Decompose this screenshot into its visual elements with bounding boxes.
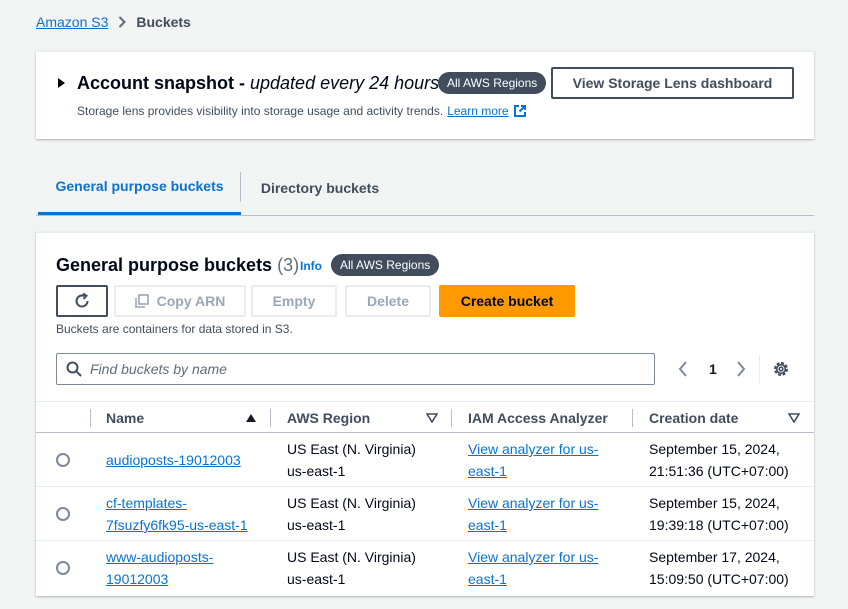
sort-ascending-icon[interactable]	[245, 413, 257, 423]
tab-general-purpose-buckets[interactable]: General purpose buckets	[38, 160, 241, 215]
region-line: US East (N. Virginia)	[287, 441, 416, 457]
snapshot-title-subtitle: updated every 24 hours	[250, 73, 440, 93]
external-link-icon[interactable]	[513, 104, 527, 118]
iam-line: east-1	[468, 571, 507, 587]
date-line: 19:39:18 (UTC+07:00)	[649, 517, 789, 533]
page-number[interactable]: 1	[709, 361, 717, 377]
date-line: September 15, 2024,	[649, 441, 780, 457]
bucket-name-link[interactable]: www-audioposts- 19012003	[106, 546, 213, 590]
sort-descending-icon[interactable]	[426, 413, 438, 423]
table-row[interactable]: audioposts-19012003 US East (N. Virginia…	[36, 433, 814, 487]
column-divider	[90, 409, 91, 427]
iam-line: View analyzer for us-	[468, 441, 599, 457]
bucket-region: US East (N. Virginia) us-east-1	[287, 492, 416, 536]
sort-descending-icon[interactable]	[788, 413, 800, 423]
bucket-region: US East (N. Virginia) us-east-1	[287, 438, 416, 482]
bucket-type-tabs: General purpose buckets Directory bucket…	[36, 160, 814, 216]
column-header-region[interactable]: AWS Region	[287, 402, 370, 433]
caret-right-icon[interactable]	[58, 78, 65, 88]
iam-line: east-1	[468, 517, 507, 533]
iam-analyzer-link[interactable]: View analyzer for us-east-1	[468, 546, 598, 590]
info-link[interactable]: Info	[300, 259, 322, 273]
snapshot-title[interactable]: Account snapshot - updated every 24 hour…	[77, 73, 439, 94]
bucket-name-line: 7fsuzfy6fk95-us-east-1	[106, 517, 248, 533]
account-snapshot-panel: Account snapshot - updated every 24 hour…	[36, 51, 814, 139]
refresh-icon	[75, 292, 89, 308]
date-line: September 15, 2024,	[649, 495, 780, 511]
column-divider	[632, 409, 633, 427]
snapshot-description: Storage lens provides visibility into st…	[77, 104, 527, 118]
view-storage-lens-button[interactable]: View Storage Lens dashboard	[551, 67, 794, 99]
region-line: US East (N. Virginia)	[287, 549, 416, 565]
row-select-radio[interactable]	[56, 507, 70, 521]
snapshot-description-text: Storage lens provides visibility into st…	[77, 104, 444, 118]
breadcrumb-current: Buckets	[136, 14, 191, 30]
buckets-panel: General purpose buckets (3) Info All AWS…	[36, 232, 814, 596]
region-line: US East (N. Virginia)	[287, 495, 416, 511]
bucket-count: (3)	[277, 255, 300, 275]
table-header: Name AWS Region IAM Access Analyzer Crea…	[36, 401, 814, 433]
region-line: us-east-1	[287, 517, 346, 533]
bucket-name-link[interactable]: cf-templates- 7fsuzfy6fk95-us-east-1	[106, 492, 248, 536]
angle-left-icon[interactable]	[677, 360, 689, 378]
creation-date: September 15, 2024, 19:39:18 (UTC+07:00)	[649, 492, 789, 536]
gear-icon[interactable]	[772, 360, 790, 378]
region-line: us-east-1	[287, 463, 346, 479]
date-line: 21:51:36 (UTC+07:00)	[649, 463, 789, 479]
table-row[interactable]: cf-templates- 7fsuzfy6fk95-us-east-1 US E…	[36, 487, 814, 541]
breadcrumb: Amazon S3 Buckets	[36, 14, 191, 30]
column-header-iam[interactable]: IAM Access Analyzer	[468, 402, 608, 433]
copy-arn-button[interactable]: Copy ARN	[114, 285, 246, 317]
iam-line: View analyzer for us-	[468, 549, 599, 565]
create-bucket-button[interactable]: Create bucket	[439, 285, 575, 317]
learn-more-link[interactable]: Learn more	[447, 104, 508, 118]
tab-divider	[240, 172, 241, 202]
empty-button[interactable]: Empty	[251, 285, 337, 317]
bucket-name-line: cf-templates-	[106, 495, 187, 511]
delete-button[interactable]: Delete	[345, 285, 431, 317]
row-select-radio[interactable]	[56, 453, 70, 467]
column-divider	[451, 409, 452, 427]
bucket-name-line: 19012003	[106, 571, 169, 587]
row-select-radio[interactable]	[56, 561, 70, 575]
bucket-name-line: audioposts-19012003	[106, 452, 241, 468]
angle-right-icon[interactable]	[735, 360, 747, 378]
snapshot-title-main: Account snapshot -	[77, 73, 251, 93]
creation-date: September 17, 2024, 15:09:50 (UTC+07:00)	[649, 546, 789, 590]
panel-help-text: Buckets are containers for data stored i…	[56, 322, 293, 336]
iam-line: east-1	[468, 463, 507, 479]
tab-directory-buckets[interactable]: Directory buckets	[242, 160, 398, 215]
column-header-date[interactable]: Creation date	[649, 402, 738, 433]
search-input[interactable]	[90, 361, 630, 377]
breadcrumb-amazon-s3-link[interactable]: Amazon S3	[36, 14, 108, 30]
region-badge: All AWS Regions	[438, 72, 547, 94]
column-divider	[270, 409, 271, 427]
iam-line: View analyzer for us-	[468, 495, 599, 511]
region-badge: All AWS Regions	[331, 254, 440, 276]
creation-date: September 15, 2024, 21:51:36 (UTC+07:00)	[649, 438, 789, 482]
iam-analyzer-link[interactable]: View analyzer for us-east-1	[468, 438, 598, 482]
search-field[interactable]	[56, 353, 655, 385]
iam-analyzer-link[interactable]: View analyzer for us-east-1	[468, 492, 598, 536]
region-line: us-east-1	[287, 571, 346, 587]
copy-icon	[134, 294, 149, 308]
chevron-right-icon	[119, 16, 127, 28]
search-icon	[66, 361, 82, 377]
date-line: 15:09:50 (UTC+07:00)	[649, 571, 789, 587]
bucket-region: US East (N. Virginia) us-east-1	[287, 546, 416, 590]
bucket-name-line: www-audioposts-	[106, 549, 214, 565]
copy-arn-label: Copy ARN	[156, 293, 226, 309]
pagination-divider	[759, 355, 760, 383]
column-header-name[interactable]: Name	[106, 402, 144, 433]
date-line: September 17, 2024,	[649, 549, 780, 565]
bucket-name-link[interactable]: audioposts-19012003	[106, 449, 241, 471]
table-row[interactable]: www-audioposts- 19012003 US East (N. Virg…	[36, 541, 814, 595]
panel-title-text: General purpose buckets	[56, 255, 273, 275]
refresh-button[interactable]	[56, 285, 108, 317]
panel-title: General purpose buckets (3)	[56, 255, 299, 276]
